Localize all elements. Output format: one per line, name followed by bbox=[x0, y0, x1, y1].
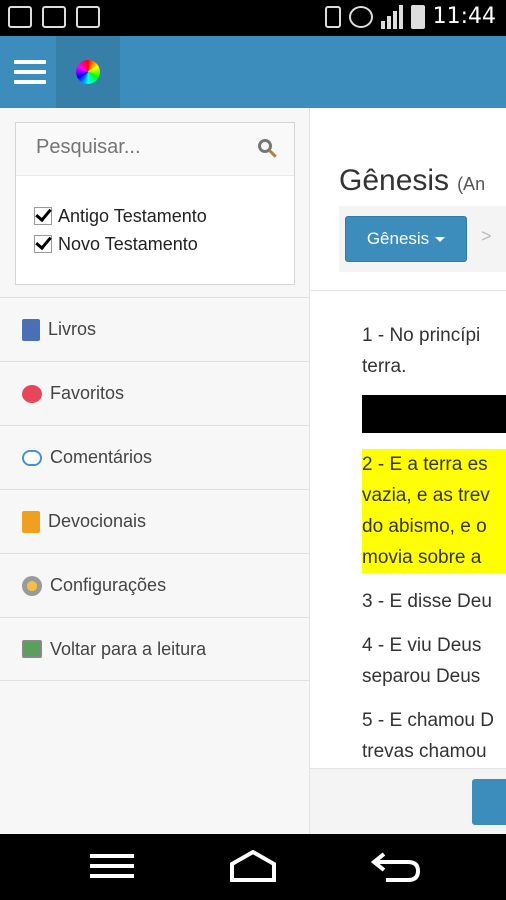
system-navigation-bar bbox=[0, 834, 506, 900]
hamburger-menu-button[interactable] bbox=[0, 36, 60, 108]
home-icon[interactable] bbox=[228, 850, 278, 882]
signal-icon bbox=[380, 4, 403, 29]
chevron-down-icon bbox=[435, 236, 446, 242]
sidebar-item-livros[interactable]: Livros bbox=[0, 297, 309, 361]
verse-4[interactable]: 4 - E viu Deus separou Deus bbox=[362, 630, 506, 692]
book-subtitle: (An bbox=[457, 174, 486, 194]
devotional-icon bbox=[22, 510, 40, 533]
theme-color-button[interactable] bbox=[56, 36, 120, 108]
status-bar: 11:44 bbox=[0, 0, 506, 36]
breadcrumb-separator: > bbox=[481, 226, 492, 246]
book-dropdown-button[interactable]: Gênesis bbox=[345, 216, 467, 262]
share-button[interactable] bbox=[472, 779, 506, 825]
sidebar-menu: Livros Favoritos Comentários Devocionais… bbox=[0, 297, 309, 681]
vibrate-icon bbox=[324, 5, 341, 28]
checkbox-icon[interactable] bbox=[34, 207, 52, 225]
reading-content: Gênesis (An Gênesis > 1 - No princípi ter… bbox=[310, 108, 506, 834]
filter-label: Novo Testamento bbox=[58, 233, 198, 254]
app-icon bbox=[42, 6, 66, 28]
heart-icon bbox=[22, 384, 42, 403]
filter-label: Antigo Testamento bbox=[58, 205, 207, 226]
verse-2-highlighted[interactable]: 2 - E a terra es vazia, e as trev do abi… bbox=[362, 449, 506, 573]
gallery-icon bbox=[8, 6, 32, 28]
color-wheel-icon bbox=[76, 60, 100, 84]
sidebar-item-label: Devocionais bbox=[48, 511, 147, 531]
back-to-reading-icon bbox=[22, 640, 42, 658]
voicemail-icon bbox=[76, 6, 100, 28]
sidebar-item-label: Favoritos bbox=[50, 383, 125, 403]
search-panel: Antigo Testamento Novo Testamento bbox=[15, 122, 295, 285]
verse-5[interactable]: 5 - E chamou D trevas chamou bbox=[362, 705, 506, 767]
sidebar-item-label: Comentários bbox=[50, 447, 153, 467]
filter-antigo-testamento[interactable]: Antigo Testamento bbox=[34, 202, 294, 230]
testament-filters: Antigo Testamento Novo Testamento bbox=[16, 176, 294, 258]
sidebar-item-voltar-leitura[interactable]: Voltar para a leitura bbox=[0, 617, 309, 681]
verse-list: 1 - No princípi terra. 2 - E a terra es … bbox=[362, 320, 506, 780]
breadcrumb: Gênesis > bbox=[339, 206, 506, 272]
sidebar-item-label: Configurações bbox=[50, 575, 167, 595]
content-header: Gênesis (An Gênesis > bbox=[310, 108, 506, 291]
verse-3[interactable]: 3 - E disse Deu bbox=[362, 586, 506, 617]
sidebar-item-favoritos[interactable]: Favoritos bbox=[0, 361, 309, 425]
gear-icon bbox=[22, 575, 42, 596]
search-input[interactable] bbox=[34, 135, 238, 160]
sidebar-item-devocionais[interactable]: Devocionais bbox=[0, 489, 309, 553]
sidebar-item-configuracoes[interactable]: Configurações bbox=[0, 553, 309, 617]
alarm-icon bbox=[348, 5, 373, 28]
app-toolbar bbox=[0, 36, 506, 108]
filter-novo-testamento[interactable]: Novo Testamento bbox=[34, 230, 294, 258]
sidebar-item-label: Livros bbox=[48, 319, 97, 339]
comment-icon bbox=[22, 449, 42, 466]
battery-icon bbox=[410, 4, 425, 29]
checkbox-icon[interactable] bbox=[34, 235, 52, 253]
book-dropdown-label: Gênesis bbox=[366, 229, 430, 248]
book-title: Gênesis bbox=[339, 164, 450, 197]
bottom-action-bar bbox=[310, 768, 506, 834]
book-icon bbox=[22, 318, 40, 341]
verse-1[interactable]: 1 - No princípi terra. bbox=[362, 320, 506, 382]
back-icon[interactable] bbox=[370, 850, 422, 882]
sidebar-item-comentarios[interactable]: Comentários bbox=[0, 425, 309, 489]
recent-apps-icon[interactable] bbox=[90, 854, 134, 878]
search-row bbox=[16, 123, 294, 176]
sidebar-item-label: Voltar para a leitura bbox=[50, 638, 207, 659]
redacted-bar bbox=[362, 395, 506, 433]
status-time: 11:44 bbox=[432, 4, 496, 29]
sidebar: Antigo Testamento Novo Testamento Livros… bbox=[0, 108, 310, 834]
search-icon[interactable] bbox=[258, 139, 272, 153]
page-title: Gênesis (An bbox=[339, 164, 485, 198]
hamburger-icon bbox=[14, 60, 46, 64]
